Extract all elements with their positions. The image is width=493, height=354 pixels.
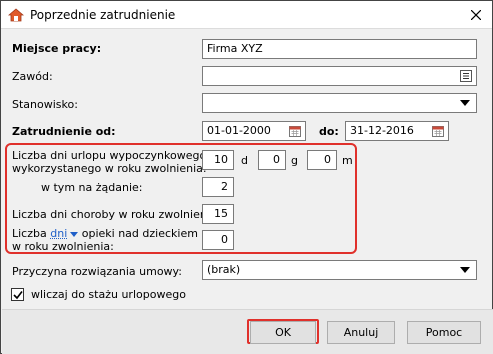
cancel-button[interactable]: Anuluj: [327, 321, 395, 344]
list-picker-icon[interactable]: [460, 70, 472, 82]
ok-button[interactable]: OK: [250, 321, 316, 344]
leave-days-unit: d: [241, 154, 248, 167]
dialog-window: Poprzednie zatrudnienie Miejsce pracy: F…: [0, 0, 493, 354]
childcare-label-line2: w roku zwolnienia:: [12, 240, 114, 253]
window-title: Poprzednie zatrudnienie: [30, 8, 176, 22]
childcare-input[interactable]: 0: [202, 230, 234, 250]
workplace-label: Miejsce pracy:: [12, 42, 102, 55]
profession-label: Zawód:: [12, 70, 53, 83]
leave-hours-input[interactable]: 0: [258, 150, 286, 170]
calendar-icon[interactable]: [432, 125, 444, 137]
childcare-label: Liczba dni opieki nad dzieckiem w roku z…: [12, 227, 198, 253]
employment-to-label: do:: [319, 125, 339, 138]
leave-minutes-input[interactable]: 0: [307, 150, 337, 170]
childcare-label-suffix: opieki nad dzieckiem: [81, 227, 198, 240]
leave-label-line1: Liczba dni urlopu wypoczynkowego: [12, 149, 207, 162]
chevron-down-icon: [460, 267, 470, 273]
caret-down-icon: [70, 231, 79, 237]
profession-input[interactable]: [202, 66, 477, 86]
sick-days-input[interactable]: 15: [202, 204, 234, 224]
include-in-tenure-label: wliczaj do stażu urlopowego: [31, 288, 186, 301]
leave-days-input[interactable]: 10: [202, 150, 234, 170]
childcare-label-prefix: Liczba: [12, 227, 47, 240]
app-icon: [8, 8, 24, 22]
help-button[interactable]: Pomoc: [407, 321, 481, 344]
employment-to-value: 31-12-2016: [350, 124, 414, 137]
leave-minutes-unit: m: [342, 154, 353, 167]
close-button[interactable]: [460, 1, 492, 29]
position-combo[interactable]: [202, 93, 477, 113]
employment-from-value: 01-01-2000: [207, 124, 271, 137]
childcare-unit-text: dni: [50, 227, 68, 240]
calendar-icon[interactable]: [289, 125, 301, 137]
workplace-input[interactable]: Firma XYZ: [202, 39, 477, 59]
employment-from-label: Zatrudnienie od:: [12, 125, 116, 138]
position-label: Stanowisko:: [12, 98, 78, 111]
termination-reason-value: (brak): [207, 263, 241, 276]
on-demand-input[interactable]: 2: [202, 177, 234, 197]
leave-hours-unit: g: [291, 154, 298, 167]
employment-from-date[interactable]: 01-01-2000: [202, 121, 306, 141]
leave-label-line2: wykorzystanego w roku zwolnienia:: [12, 162, 207, 175]
title-bar: Poprzednie zatrudnienie: [1, 1, 492, 29]
employment-to-date[interactable]: 31-12-2016: [345, 121, 449, 141]
sick-days-label: Liczba dni choroby w roku zwolnienia:: [12, 208, 221, 221]
termination-reason-label: Przyczyna rozwiązania umowy:: [12, 265, 182, 278]
close-icon: [471, 10, 481, 20]
include-in-tenure-checkbox[interactable]: [11, 288, 24, 301]
checkmark-icon: [13, 291, 23, 300]
leave-label: Liczba dni urlopu wypoczynkowego wykorzy…: [12, 149, 207, 175]
on-demand-label: w tym na żądanie:: [41, 181, 143, 194]
chevron-down-icon: [460, 100, 470, 106]
termination-reason-combo[interactable]: (brak): [202, 260, 477, 280]
childcare-unit-link[interactable]: dni: [50, 227, 79, 240]
